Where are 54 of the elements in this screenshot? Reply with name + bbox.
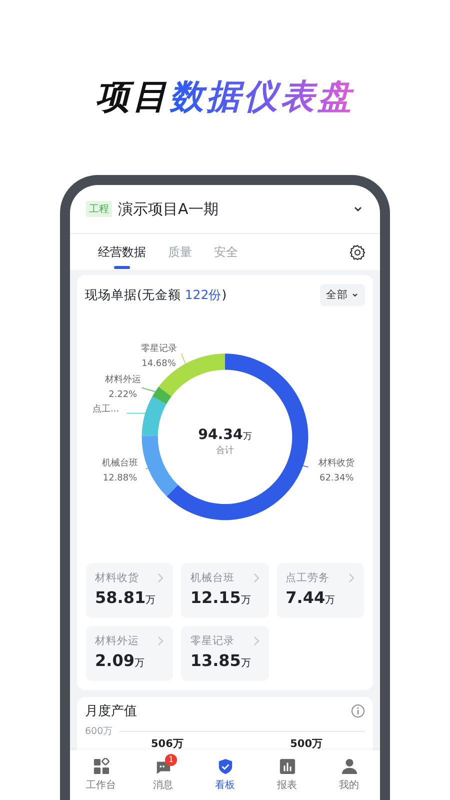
chevron-down-icon: [351, 291, 359, 299]
slice-label: 材料收货: [318, 458, 355, 468]
person-icon: [340, 758, 358, 775]
leader-line: [141, 387, 156, 392]
axis-label: 600万: [85, 724, 114, 738]
bar-value: 506万: [151, 738, 184, 751]
nav-item[interactable]: 工作台: [70, 750, 132, 800]
stat-tile[interactable]: 点工劳务 7.44万: [276, 563, 364, 618]
tile-label: 点工劳务: [286, 571, 330, 585]
slice-label: 零星记录: [140, 344, 177, 354]
tile-label: 材料收货: [95, 571, 139, 585]
bar-chart-icon: [278, 758, 296, 775]
chevron-right-icon: [252, 636, 260, 646]
grid-icon: [92, 758, 110, 775]
slice-percent: 14.68%: [142, 358, 176, 369]
bar-value: 500万: [290, 738, 323, 751]
stat-tile[interactable]: 材料外运 2.09万: [86, 626, 174, 681]
chevron-right-icon: [252, 573, 260, 583]
chevron-right-icon: [157, 636, 164, 646]
unread-badge: 1: [165, 754, 177, 766]
nav-item[interactable]: 报表: [256, 750, 318, 800]
total-label: 合计: [216, 446, 234, 456]
settings-icon[interactable]: [349, 244, 366, 260]
stat-tile[interactable]: 零星记录 13.85万: [181, 626, 269, 681]
info-icon[interactable]: [351, 704, 365, 718]
slice-label: 机械台班: [102, 458, 138, 468]
tile-value: 2.09万: [95, 652, 146, 672]
total-value: 94.34万: [198, 426, 252, 443]
shield-check-icon: [216, 758, 234, 775]
chevron-right-icon: [157, 573, 164, 583]
slice-percent: 62.34%: [320, 473, 354, 484]
stat-tile[interactable]: 材料收货 58.81万: [86, 563, 174, 618]
card-title: 现场单据(无金额 122份): [85, 286, 227, 304]
project-tag: 工程: [86, 201, 112, 217]
slice-percent: 12.88%: [102, 473, 138, 484]
tile-value: 12.15万: [190, 589, 252, 609]
tile-value: 58.81万: [95, 589, 157, 609]
tile-label: 零星记录: [190, 634, 234, 648]
slice-label: 材料外运: [104, 375, 141, 386]
tile-value: 7.44万: [286, 589, 336, 609]
tile-value: 13.85万: [190, 652, 252, 672]
slice-percent: 2.22%: [108, 390, 138, 400]
stat-tile[interactable]: 机械台班 12.15万: [181, 563, 269, 618]
nav-item[interactable]: 我的: [318, 750, 380, 800]
nav-item[interactable]: 看板: [194, 750, 256, 800]
card-title: 月度产值: [85, 703, 137, 720]
filter-dropdown[interactable]: 全部: [320, 284, 365, 306]
tab[interactable]: 经营数据: [98, 236, 146, 268]
nav-item[interactable]: 消息 1: [132, 750, 194, 800]
project-title[interactable]: 演示项目A一期: [118, 200, 346, 218]
tile-label: 材料外运: [95, 634, 139, 648]
chevron-right-icon: [348, 573, 355, 583]
slice-label: 点工...: [92, 404, 120, 414]
tile-label: 机械台班: [190, 571, 234, 585]
